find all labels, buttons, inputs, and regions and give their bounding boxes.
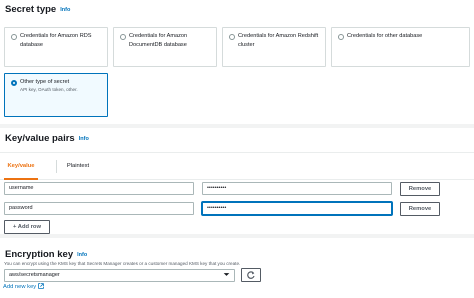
key-value-panel: Key/value pairs Info Key/value Plaintext … bbox=[0, 128, 474, 234]
add-row-button[interactable]: + Add row bbox=[4, 220, 50, 234]
option-rds-credentials[interactable]: Credentials for Amazon RDS database bbox=[4, 27, 108, 67]
radio-redshift[interactable] bbox=[229, 34, 235, 40]
kv-info-link[interactable]: Info bbox=[79, 136, 89, 142]
encryption-key-panel: Encryption key Info You can encrypt using… bbox=[0, 238, 474, 298]
remove-row-button[interactable]: Remove bbox=[400, 202, 440, 216]
kms-key-select[interactable]: aws/secretsmanager bbox=[4, 269, 235, 282]
option-documentdb-credentials[interactable]: Credentials for Amazon DocumentDB databa… bbox=[113, 27, 217, 67]
encryption-description: You can encrypt using the KMS key that S… bbox=[4, 261, 241, 266]
value-input-username[interactable]: •••••••••• bbox=[202, 182, 392, 195]
secret-type-info-link[interactable]: Info bbox=[60, 7, 70, 13]
key-input-password[interactable]: password bbox=[4, 202, 194, 215]
option-redshift-label: Credentials for Amazon Redshift cluster bbox=[238, 33, 319, 48]
option-other-secret[interactable]: Other type of secret API key, OAuth toke… bbox=[4, 73, 108, 117]
radio-documentdb[interactable] bbox=[120, 34, 126, 40]
option-other-secret-label: Other type of secret bbox=[20, 79, 70, 85]
remove-row-button[interactable]: Remove bbox=[400, 182, 440, 196]
option-other-database-label: Credentials for other database bbox=[347, 33, 423, 39]
kv-tabs: Key/value Plaintext bbox=[0, 152, 474, 180]
secret-type-heading: Secret type Info bbox=[5, 4, 71, 15]
encryption-heading: Encryption key Info bbox=[5, 249, 88, 260]
radio-other-secret[interactable] bbox=[11, 80, 17, 86]
encryption-info-link[interactable]: Info bbox=[77, 252, 87, 258]
tab-key-value[interactable]: Key/value bbox=[4, 153, 38, 180]
tab-divider bbox=[56, 160, 57, 173]
option-other-secret-desc: API key, OAuth token, other. bbox=[20, 87, 78, 92]
option-rds-label: Credentials for Amazon RDS database bbox=[20, 33, 92, 48]
chevron-down-icon bbox=[223, 271, 230, 283]
kv-heading: Key/value pairs Info bbox=[5, 133, 89, 144]
kms-key-selected-value: aws/secretsmanager bbox=[9, 272, 60, 278]
add-new-key-link[interactable]: Add new key bbox=[3, 283, 44, 290]
option-documentdb-label: Credentials for Amazon DocumentDB databa… bbox=[129, 33, 188, 48]
value-input-password[interactable]: •••••••••• bbox=[202, 202, 392, 215]
refresh-icon bbox=[247, 271, 255, 279]
option-redshift-credentials[interactable]: Credentials for Amazon Redshift cluster bbox=[222, 27, 326, 67]
radio-other-database[interactable] bbox=[338, 34, 344, 40]
radio-rds[interactable] bbox=[11, 34, 17, 40]
secret-type-panel: Secret type Info Credentials for Amazon R… bbox=[0, 0, 474, 124]
external-link-icon bbox=[38, 283, 44, 289]
refresh-button[interactable] bbox=[241, 268, 261, 282]
tab-plaintext[interactable]: Plaintext bbox=[60, 153, 96, 180]
option-other-database[interactable]: Credentials for other database bbox=[331, 27, 470, 67]
key-input-username[interactable]: username bbox=[4, 182, 194, 195]
